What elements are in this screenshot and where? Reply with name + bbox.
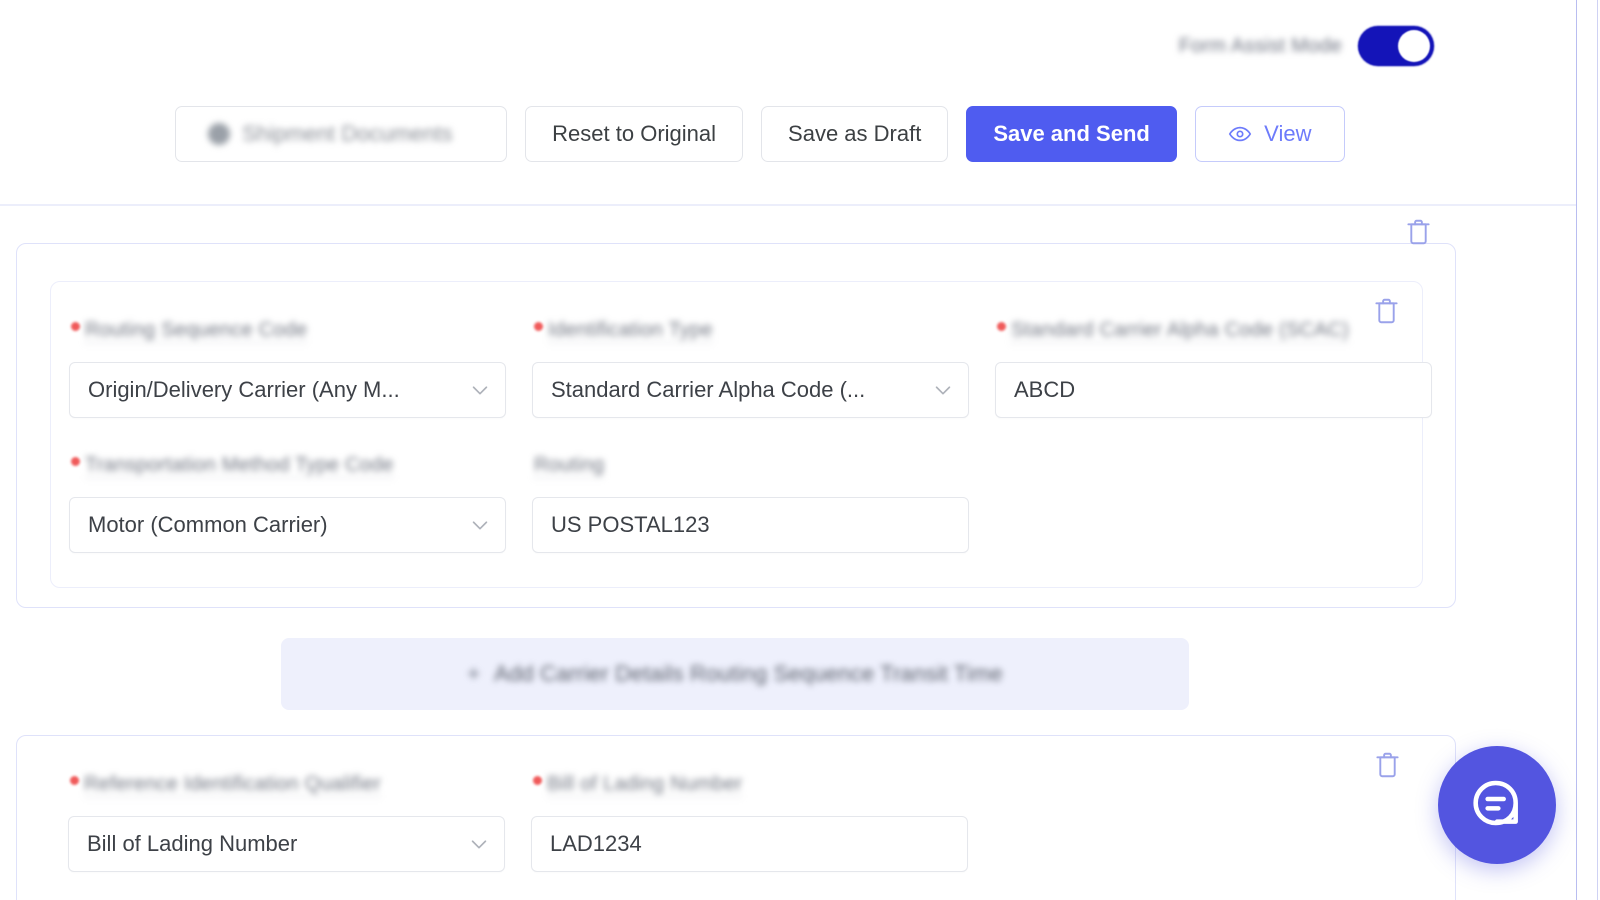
field-label: Identification Type: [534, 319, 969, 347]
view-label: View: [1264, 121, 1312, 146]
form-assist-mode-toggle[interactable]: [1358, 26, 1434, 66]
required-indicator-icon: [534, 322, 543, 331]
field-transportation-method-type-code: Transportation Method Type Code Motor (C…: [69, 454, 506, 553]
field-bill-of-lading-number: Bill of Lading Number LAD1234: [531, 773, 968, 872]
field-label: Reference Identification Qualifier: [70, 773, 505, 801]
view-button[interactable]: View: [1194, 106, 1345, 162]
label-text: Routing Sequence Code: [85, 319, 308, 343]
carrier-details-inner-card: Routing Sequence Code Origin/Delivery Ca…: [50, 281, 1432, 588]
select-value: Bill of Lading Number: [87, 831, 298, 856]
field-reference-identification-qualifier: Reference Identification Qualifier Bill …: [68, 773, 505, 872]
action-toolbar: Shipment Documents Reset to Original Sav…: [0, 106, 1520, 162]
field-routing-sequence-code: Routing Sequence Code Origin/Delivery Ca…: [69, 319, 506, 418]
chevron-down-icon: [469, 514, 491, 536]
label-text: Routing: [534, 454, 605, 478]
reference-identification-qualifier-select[interactable]: Bill of Lading Number: [68, 816, 505, 872]
chevron-down-icon: [468, 833, 490, 855]
required-indicator-icon: [71, 322, 80, 331]
select-value: Origin/Delivery Carrier (Any M...: [88, 377, 400, 402]
panel-border-right: [1597, 0, 1598, 900]
carrier-details-card: Routing Sequence Code Origin/Delivery Ca…: [16, 219, 1456, 608]
form-assist-mode-label: Form Assist Mode: [1178, 34, 1342, 57]
identification-type-select[interactable]: Standard Carrier Alpha Code (...: [532, 362, 969, 418]
panel-border-left: [1576, 0, 1577, 900]
chat-bubble-icon: [1465, 771, 1529, 840]
required-indicator-icon: [533, 776, 542, 785]
label-text: Standard Carrier Alpha Code (SCAC): [1011, 319, 1350, 343]
field-routing: Routing US POSTAL123: [532, 454, 969, 553]
transportation-method-type-code-select[interactable]: Motor (Common Carrier): [69, 497, 506, 553]
form-assist-toggle-row: Form Assist Mode: [0, 26, 1520, 66]
save-and-send-label: Save and Send: [993, 121, 1150, 146]
field-scac: Standard Carrier Alpha Code (SCAC) ABCD: [995, 319, 1432, 418]
label-text: Transportation Method Type Code: [85, 454, 394, 478]
field-label: Routing: [534, 454, 969, 482]
routing-input[interactable]: US POSTAL123: [532, 497, 969, 553]
select-value: Motor (Common Carrier): [88, 512, 328, 537]
field-label: Standard Carrier Alpha Code (SCAC): [997, 319, 1432, 347]
toggle-knob: [1398, 30, 1430, 62]
bill-of-lading-number-input[interactable]: LAD1234: [531, 816, 968, 872]
toolbar-divider: [0, 204, 1576, 206]
shipment-documents-button[interactable]: Shipment Documents: [175, 106, 508, 162]
eye-icon: [1228, 122, 1252, 146]
required-indicator-icon: [70, 776, 79, 785]
reference-identification-card: Reference Identification Qualifier Bill …: [16, 735, 1456, 900]
document-icon: [208, 123, 231, 145]
carrier-fields-grid: Routing Sequence Code Origin/Delivery Ca…: [69, 319, 1432, 553]
reset-to-original-label: Reset to Original: [552, 121, 717, 146]
reference-fields-grid: Reference Identification Qualifier Bill …: [68, 773, 1408, 872]
save-as-draft-button[interactable]: Save as Draft: [761, 106, 949, 162]
label-text: Reference Identification Qualifier: [84, 773, 381, 797]
field-label: Bill of Lading Number: [533, 773, 968, 801]
plus-icon: +: [467, 661, 481, 686]
reset-to-original-button[interactable]: Reset to Original: [525, 106, 744, 162]
label-text: Identification Type: [548, 319, 713, 343]
shipment-documents-label: Shipment Documents: [242, 121, 453, 146]
input-value: ABCD: [1014, 377, 1076, 402]
routing-sequence-code-select[interactable]: Origin/Delivery Carrier (Any M...: [69, 362, 506, 418]
delete-carrier-section-button[interactable]: [1405, 217, 1432, 247]
save-and-send-button[interactable]: Save and Send: [966, 106, 1177, 162]
save-as-draft-label: Save as Draft: [788, 121, 922, 146]
input-value: LAD1234: [550, 831, 642, 856]
field-label: Transportation Method Type Code: [71, 454, 506, 482]
add-carrier-details-label: Add Carrier Details Routing Sequence Tra…: [494, 661, 1003, 686]
input-value: US POSTAL123: [551, 512, 710, 537]
chevron-down-icon: [469, 379, 491, 401]
field-identification-type: Identification Type Standard Carrier Alp…: [532, 319, 969, 418]
app-screen: Form Assist Mode Shipment Documents Rese…: [0, 0, 1600, 900]
scac-input[interactable]: ABCD: [995, 362, 1432, 418]
chevron-down-icon: [932, 379, 954, 401]
required-indicator-icon: [71, 457, 80, 466]
label-text: Bill of Lading Number: [547, 773, 743, 797]
chat-widget-button[interactable]: [1438, 746, 1556, 864]
add-carrier-details-button[interactable]: + Add Carrier Details Routing Sequence T…: [281, 638, 1189, 710]
reference-inner-card: Reference Identification Qualifier Bill …: [50, 736, 1423, 900]
required-indicator-icon: [997, 322, 1006, 331]
select-value: Standard Carrier Alpha Code (...: [551, 377, 866, 402]
field-label: Routing Sequence Code: [71, 319, 506, 347]
